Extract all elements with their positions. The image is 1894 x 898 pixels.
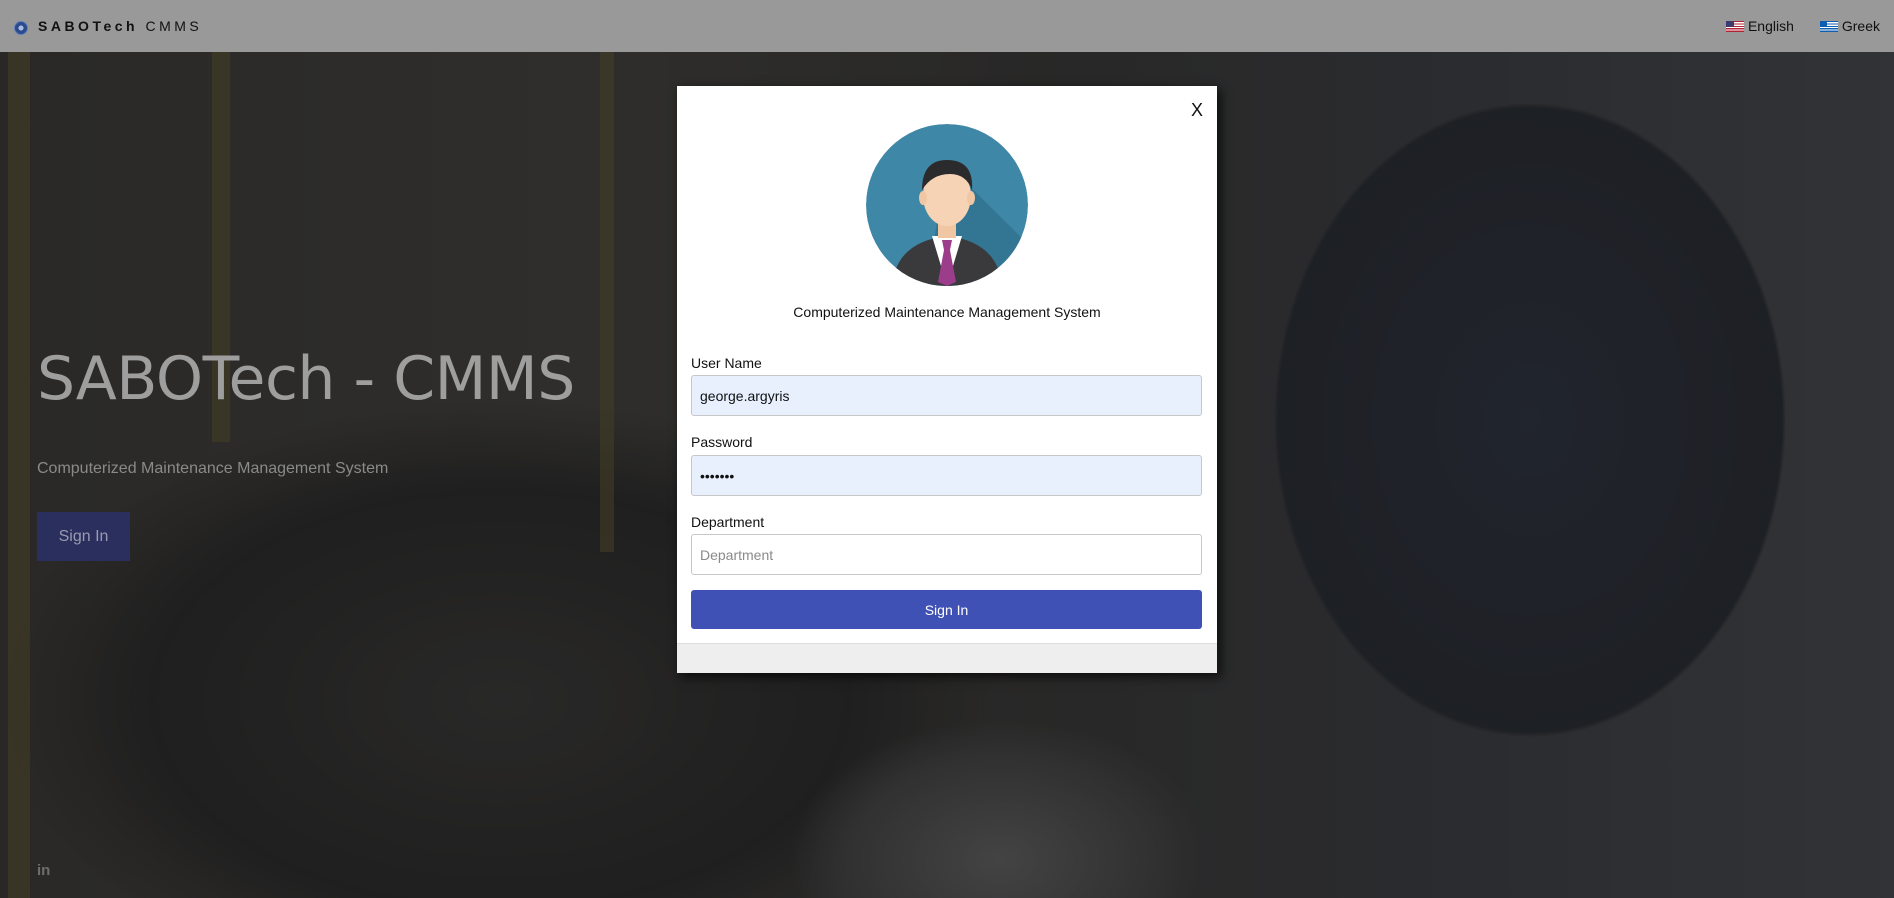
signin-button[interactable]: Sign In: [691, 590, 1202, 629]
hero-title: SABOTech - CMMS: [37, 344, 575, 414]
hero-signin-button[interactable]: Sign In: [37, 512, 130, 561]
modal-footer: [677, 643, 1217, 673]
login-modal: X Computerized Maintenance Management Sy…: [677, 86, 1217, 673]
linkedin-icon[interactable]: in: [37, 862, 50, 879]
brand[interactable]: SABOTech CMMS: [14, 18, 202, 35]
username-input[interactable]: [691, 375, 1202, 416]
brand-name: SABOTech CMMS: [38, 18, 203, 34]
greece-flag-icon: [1819, 20, 1838, 32]
us-flag-icon: [1725, 20, 1744, 32]
hero-subtitle: Computerized Maintenance Management Syst…: [37, 460, 389, 477]
language-english[interactable]: English: [1725, 18, 1794, 34]
close-button[interactable]: X: [1191, 100, 1203, 121]
department-label: Department: [691, 514, 765, 530]
logo-icon: [14, 20, 28, 35]
modal-subtitle: Computerized Maintenance Management Syst…: [793, 304, 1101, 320]
password-input[interactable]: [691, 455, 1202, 496]
language-greek[interactable]: Greek: [1819, 18, 1880, 34]
department-input[interactable]: [691, 534, 1202, 575]
username-label: User Name: [691, 355, 762, 371]
password-label: Password: [691, 434, 753, 450]
top-navbar: SABOTech CMMS English Greek: [0, 0, 1894, 52]
language-switcher: English Greek: [1725, 18, 1880, 34]
avatar: [866, 124, 1028, 286]
